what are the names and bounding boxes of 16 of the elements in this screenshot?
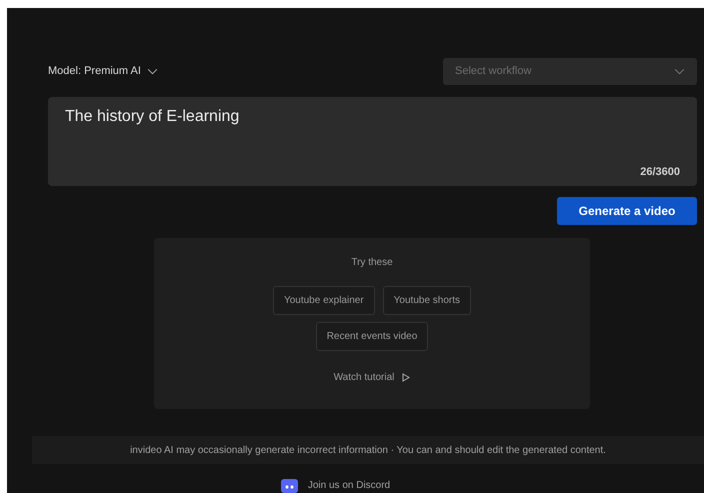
play-icon [402,372,410,382]
chevron-down-icon [674,68,685,75]
prompt-text: The history of E-learning [65,107,240,127]
chevron-down-icon [146,68,158,75]
suggestions-title: Try these [351,256,393,270]
character-counter: 26/3600 [640,165,680,180]
watch-tutorial-link[interactable]: Watch tutorial [334,370,410,385]
generate-button[interactable]: Generate a video [557,196,697,225]
model-selector[interactable]: Model: Premium AI [48,63,158,80]
discord-link[interactable]: Join us on Discord [308,478,390,493]
disclaimer-text: invideo AI may occasionally generate incorrect information · You can and should edit the generated content. [130,444,606,458]
suggestion-chip[interactable]: Youtube explainer [272,286,375,315]
prompt-field[interactable]: The history of E-learning 26/3600 [48,97,697,186]
discord-icon [280,478,298,492]
suggestion-chip[interactable]: Recent events video [316,322,428,351]
suggestion-chip[interactable]: Youtube shorts [382,286,472,315]
